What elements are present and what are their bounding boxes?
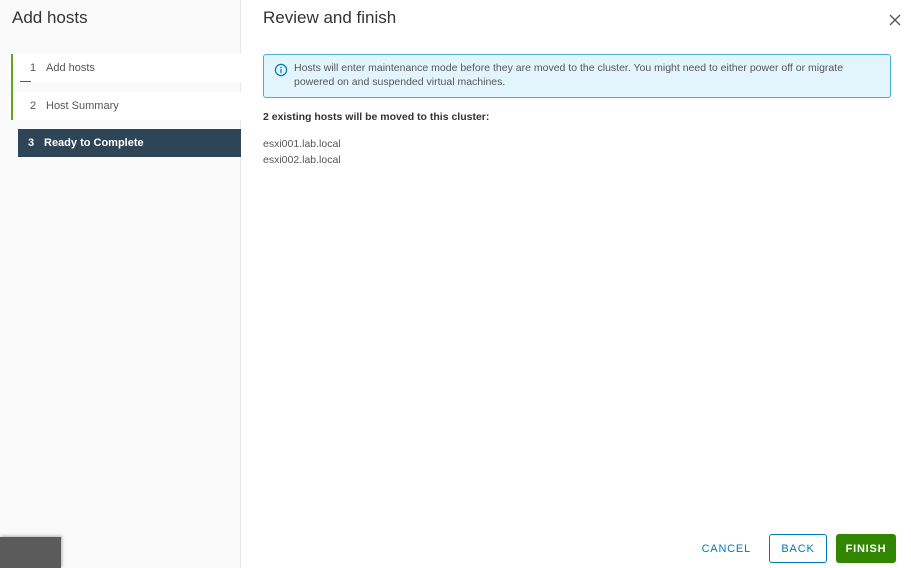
- step-label: Host Summary: [46, 100, 119, 112]
- step-host-summary[interactable]: 2 Host Summary: [11, 92, 241, 120]
- info-alert: Hosts will enter maintenance mode before…: [263, 54, 891, 98]
- step-separator: [11, 120, 241, 129]
- close-icon[interactable]: [887, 12, 903, 28]
- wizard-sidebar: Add hosts 1 Add hosts 2 Host Summary 3 R…: [0, 0, 241, 568]
- step-separator: [11, 81, 241, 92]
- step-add-hosts[interactable]: 1 Add hosts: [11, 54, 241, 82]
- list-item: esxi001.lab.local: [263, 138, 341, 150]
- step-number: 2: [30, 100, 37, 112]
- wizard-content: Review and finish Hosts will enter maint…: [241, 0, 911, 568]
- summary-text: 2 existing hosts will be moved to this c…: [263, 111, 490, 123]
- wizard-title: Add hosts: [12, 8, 88, 27]
- step-label: Add hosts: [46, 62, 95, 74]
- cancel-button[interactable]: CANCEL: [690, 534, 763, 563]
- finish-button[interactable]: FINISH: [836, 534, 896, 563]
- step-label: Ready to Complete: [44, 137, 144, 149]
- add-hosts-wizard: Add hosts 1 Add hosts 2 Host Summary 3 R…: [0, 0, 911, 568]
- step-number: 3: [28, 137, 35, 149]
- list-item: esxi002.lab.local: [263, 153, 341, 166]
- back-button[interactable]: BACK: [769, 534, 827, 563]
- step-ready-to-complete[interactable]: 3 Ready to Complete: [18, 129, 241, 157]
- page-title: Review and finish: [263, 8, 397, 27]
- wizard-footer: CANCEL BACK FINISH: [690, 534, 896, 563]
- info-icon: [274, 63, 288, 77]
- host-list: esxi001.lab.local esxi002.lab.local: [263, 137, 341, 168]
- wizard-steps: 1 Add hosts 2 Host Summary 3 Ready to Co…: [11, 48, 241, 157]
- alert-message: Hosts will enter maintenance mode before…: [294, 62, 844, 88]
- step-number: 1: [30, 62, 37, 74]
- taskbar-fragment: [0, 537, 61, 568]
- step-dash: [20, 81, 31, 82]
